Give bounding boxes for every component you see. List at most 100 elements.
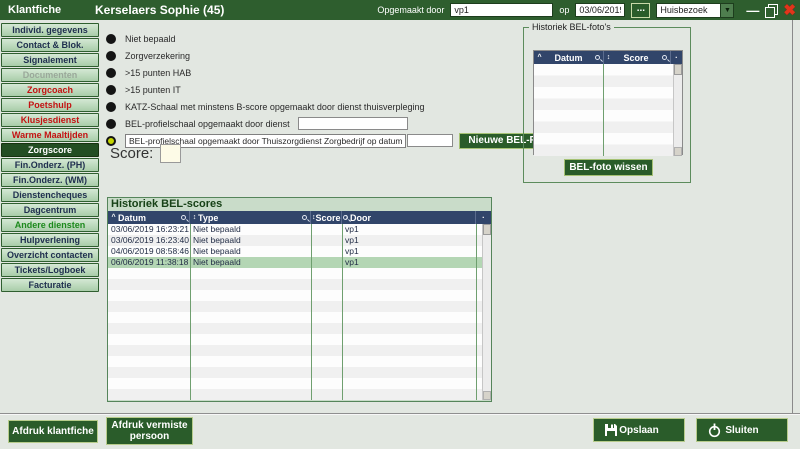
column-header-door[interactable]: ↕ Door [342,211,476,224]
column-header-score[interactable]: ↕ Score [311,211,342,224]
bel-fotos-panel: Historiek BEL-foto's ^ Datum ↕ Score · [523,27,691,183]
opslaan-button[interactable]: Opslaan [593,418,685,442]
grid-corner-cell[interactable]: · [671,51,682,64]
sidebar-item-zorgscore[interactable]: Zorgscore [1,143,99,157]
score-row: Score: [110,144,181,163]
column-header-datum[interactable]: ^ Datum [108,211,190,224]
column-divider [190,224,191,400]
column-header-score[interactable]: ↕ Score [604,51,671,64]
grid-corner-cell[interactable]: · [476,211,491,224]
scrollbar-end[interactable] [483,391,491,400]
bel-scores-panel: Historiek BEL-scores ^ Datum ↕ Type ↕ Sc… [107,197,492,402]
restore-icon[interactable] [765,4,777,16]
opgemaakt-door-input[interactable] [450,3,553,17]
radio-icon[interactable] [106,102,116,112]
scrollbar-thumb[interactable] [483,224,491,235]
column-header-type[interactable]: ↕ Type [190,211,311,224]
bel-fotos-body[interactable] [534,64,682,156]
sluiten-button[interactable]: Sluiten [696,418,788,442]
radio-option-15-punten-hab[interactable]: >15 punten HAB [106,64,560,81]
sidebar-item-andere-diensten[interactable]: Andere diensten [1,218,99,232]
radio-icon[interactable] [106,119,116,129]
table-row[interactable]: 03/06/2019 16:23:40Niet bepaaldvp1 [108,235,491,246]
table-cell-type: Niet bepaald [190,224,311,235]
radio-icon[interactable] [106,51,116,61]
column-header-datum[interactable]: ^ Datum [534,51,604,64]
radio-option-zorgverzekering[interactable]: Zorgverzekering [106,47,560,64]
radio-option-niet-bepaald[interactable]: Niet bepaald [106,30,560,47]
search-icon[interactable] [302,215,307,220]
bel-fotos-header: ^ Datum ↕ Score · [534,51,682,64]
dienst-input[interactable] [298,117,408,130]
table-row[interactable]: 04/06/2019 08:58:46Niet bepaaldvp1 [108,246,491,257]
scrollbar[interactable] [482,224,491,400]
radio-option-15-punten-it[interactable]: >15 punten IT [106,81,560,98]
sidebar-item-warme-maaltijden[interactable]: Warme Maaltijden [1,128,99,142]
afdruk-vermiste-persoon-button[interactable]: Afdruk vermiste persoon [106,417,193,445]
column-label: Score [612,53,660,63]
sidebar-item-documenten[interactable]: Documenten [1,68,99,82]
bel-fotos-legend: Historiek BEL-foto's [529,22,614,32]
bel-foto-wissen-button[interactable]: BEL-foto wissen [564,159,653,176]
radio-label: Zorgverzekering [125,51,190,61]
scrollbar-end[interactable] [674,147,682,156]
sidebar-item-overzicht-contacten[interactable]: Overzicht contacten [1,248,99,262]
sidebar-item-fin-onderz-wm[interactable]: Fin.Onderz. (WM) [1,173,99,187]
table-cell-datum: 06/06/2019 11:38:18 [108,257,190,268]
table-cell-score [311,246,342,257]
sort-caret-icon: ^ [109,214,118,221]
search-icon[interactable] [595,55,600,60]
sidebar-item-dagcentrum[interactable]: Dagcentrum [1,203,99,217]
table-row[interactable]: 03/06/2019 16:23:21Niet bepaaldvp1 [108,224,491,235]
score-label: Score: [110,145,153,162]
column-label: Type [198,213,300,223]
date-input[interactable] [575,3,625,17]
scrollbar-thumb[interactable] [674,64,682,75]
sidebar: Individ. gegevensContact & Blok.Signalem… [1,23,101,292]
table-cell-score [311,257,342,268]
column-label: Score [316,213,341,223]
radio-icon[interactable] [106,85,116,95]
scrollbar[interactable] [673,64,682,156]
radio-option-bel-dienst[interactable]: BEL-profielschaal opgemaakt door dienst [106,115,560,132]
bel-scores-body[interactable]: 03/06/2019 16:23:21Niet bepaaldvp103/06/… [108,224,491,400]
score-input[interactable] [160,144,181,163]
column-divider [603,64,604,156]
sidebar-item-poetshulp[interactable]: Poetshulp [1,98,99,112]
content-right-border [792,20,793,414]
search-icon[interactable] [181,215,186,220]
search-icon[interactable] [662,55,667,60]
sidebar-item-individ-gegevens[interactable]: Individ. gegevens [1,23,99,37]
table-cell-datum: 04/06/2019 08:58:46 [108,246,190,257]
sidebar-item-signalement[interactable]: Signalement [1,53,99,67]
column-label: Door [350,213,474,223]
radio-icon[interactable] [106,68,116,78]
table-row[interactable]: 06/06/2019 11:38:18Niet bepaaldvp1 [108,257,491,268]
column-divider [476,224,477,400]
chevron-down-icon[interactable]: ▼ [720,4,733,17]
sidebar-item-dienstencheques[interactable]: Dienstencheques [1,188,99,202]
visit-type-select[interactable]: Huisbezoek ▼ [656,3,734,18]
sort-caret-icon: ^ [535,54,544,61]
search-icon[interactable] [343,215,348,220]
radio-icon[interactable] [106,34,116,44]
date-picker-button[interactable]: ... [631,3,650,18]
sidebar-item-facturatie[interactable]: Facturatie [1,278,99,292]
afdruk-klantfiche-button[interactable]: Afdruk klantfiche [8,420,98,443]
sidebar-item-zorgcoach[interactable]: Zorgcoach [1,83,99,97]
sidebar-item-tickets-logboek[interactable]: Tickets/Logboek [1,263,99,277]
table-cell-door: vp1 [342,224,476,235]
radio-label: Niet bepaald [125,34,176,44]
sidebar-item-hulpverlening[interactable]: Hulpverlening [1,233,99,247]
minimize-button[interactable]: — [746,3,759,18]
sidebar-item-fin-onderz-ph[interactable]: Fin.Onderz. (PH) [1,158,99,172]
bel-datum-input[interactable] [407,134,453,147]
sidebar-item-klusjesdienst[interactable]: Klusjesdienst [1,113,99,127]
power-icon [707,423,722,441]
radio-option-katz-schaal[interactable]: KATZ-Schaal met minstens B-score opgemaa… [106,98,560,115]
radio-label: >15 punten HAB [125,68,191,78]
column-label: Datum [544,53,593,63]
close-icon[interactable]: ✖ [783,3,796,18]
column-divider [311,224,312,400]
sidebar-item-contact-blok[interactable]: Contact & Blok. [1,38,99,52]
